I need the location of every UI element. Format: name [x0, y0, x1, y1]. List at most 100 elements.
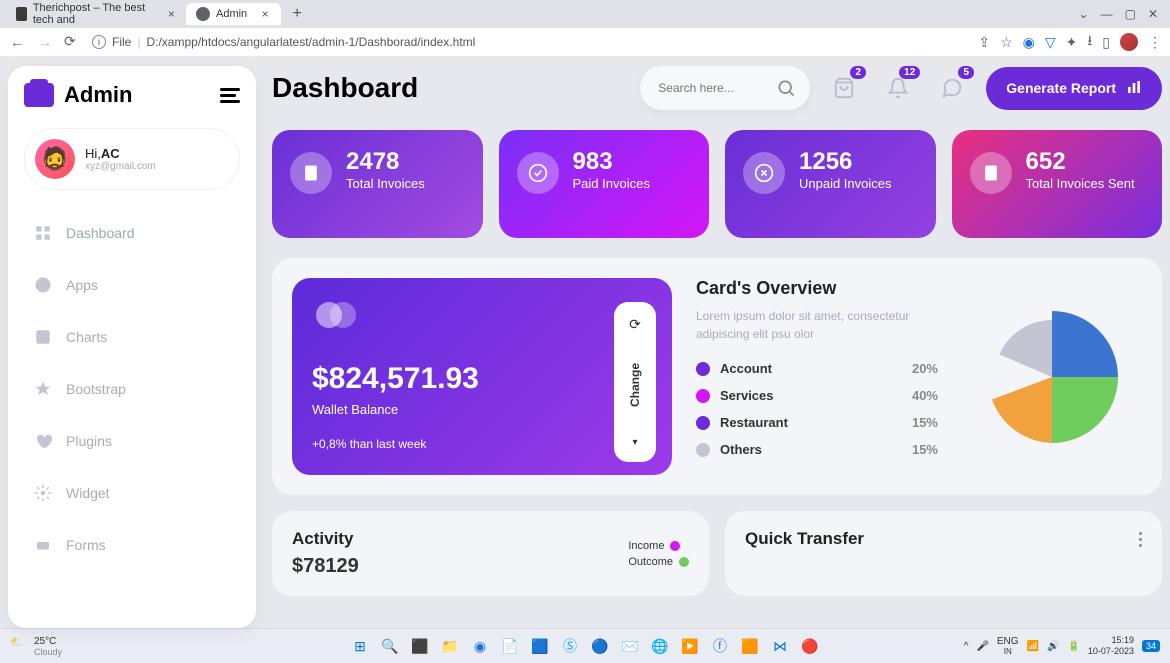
- sidebar-item-forms[interactable]: Forms: [24, 522, 240, 568]
- change-label: Change: [628, 363, 642, 407]
- close-icon[interactable]: ×: [259, 8, 271, 20]
- dot-icon: [670, 541, 680, 551]
- lang[interactable]: ENG: [997, 636, 1019, 647]
- close-window-icon[interactable]: ✕: [1148, 7, 1158, 21]
- chevron-down-icon[interactable]: ⌄: [1079, 7, 1089, 21]
- bell-button[interactable]: 12: [878, 68, 918, 108]
- start-icon[interactable]: ⊞: [347, 633, 373, 659]
- battery-icon[interactable]: 🔋: [1067, 641, 1079, 652]
- mail-icon[interactable]: ✉️: [617, 633, 643, 659]
- maximize-icon[interactable]: ▢: [1125, 7, 1136, 21]
- app-icon[interactable]: 🟦: [527, 633, 553, 659]
- dot-icon: [696, 389, 710, 403]
- logo[interactable]: Admin: [24, 82, 132, 108]
- edge-icon[interactable]: 🌐: [647, 633, 673, 659]
- tab-therichpost[interactable]: Therichpost – The best tech and ×: [6, 0, 186, 30]
- menu-icon[interactable]: ⋮: [1148, 34, 1162, 51]
- wifi-icon[interactable]: 📶: [1027, 641, 1039, 652]
- row-name: Account: [720, 361, 902, 376]
- panel-icon[interactable]: ▯: [1102, 34, 1110, 51]
- user-card[interactable]: 🧔 Hi,AC xyz@gmail.com: [24, 128, 240, 190]
- stat-label: Paid Invoices: [573, 176, 650, 191]
- bag-button[interactable]: 2: [824, 68, 864, 108]
- url-prefix: File: [112, 35, 131, 49]
- stat-value: 2478: [346, 148, 425, 176]
- activity-title: Activity: [292, 529, 359, 549]
- check-circle-icon: [517, 152, 559, 194]
- star-icon[interactable]: ☆: [1000, 34, 1013, 51]
- stat-paid-invoices: 983Paid Invoices: [499, 130, 710, 238]
- hamburger-icon[interactable]: [220, 88, 240, 103]
- volume-icon[interactable]: 🔊: [1047, 641, 1059, 652]
- chrome-icon[interactable]: 🔴: [797, 633, 823, 659]
- activity-card: Activity $78129 IncomeOutcome: [272, 511, 709, 596]
- legend-row: Income: [628, 540, 689, 552]
- mic-icon[interactable]: 🎤: [976, 641, 988, 652]
- app-icon[interactable]: ◉: [467, 633, 493, 659]
- puzzle-icon[interactable]: ✦: [1066, 34, 1078, 51]
- close-icon[interactable]: ×: [167, 8, 176, 20]
- taskview-icon[interactable]: ⬛: [407, 633, 433, 659]
- shield-icon[interactable]: ▽: [1045, 34, 1056, 51]
- search-tb-icon[interactable]: 🔍: [377, 633, 403, 659]
- user-greeting: Hi,AC: [85, 146, 156, 161]
- account-icon[interactable]: ◉: [1023, 34, 1035, 51]
- dot-icon: [696, 443, 710, 457]
- vscode-icon[interactable]: ⋈: [767, 633, 793, 659]
- url-text: D:/xampp/htdocs/angularlatest/admin-1/Da…: [146, 35, 475, 49]
- notif-badge[interactable]: 34: [1142, 640, 1160, 652]
- app-icon[interactable]: 🔵: [587, 633, 613, 659]
- wallet-card: ⟳ Change ▾ $824,571.93 Wallet Balance +0…: [292, 278, 672, 475]
- profile-avatar[interactable]: [1120, 33, 1138, 51]
- gear-icon: [34, 484, 52, 502]
- reload-button[interactable]: ⟳: [64, 33, 82, 51]
- overview-title: Card's Overview: [696, 278, 938, 299]
- tray-chevron-icon[interactable]: ^: [964, 641, 969, 652]
- change-button[interactable]: ⟳ Change ▾: [614, 302, 656, 462]
- stat-label: Total Invoices Sent: [1026, 176, 1135, 191]
- cloud-icon: ⛅: [10, 637, 28, 655]
- facebook-icon[interactable]: ⓕ: [707, 633, 733, 659]
- wallet-amount: $824,571.93: [312, 362, 652, 396]
- forward-button[interactable]: →: [36, 33, 54, 51]
- clock[interactable]: 15:19 10-07-2023: [1088, 635, 1134, 657]
- weather-widget[interactable]: ⛅ 25°C Cloudy: [10, 636, 62, 657]
- download-icon[interactable]: ⭳: [1087, 30, 1092, 54]
- app-icon[interactable]: 🟧: [737, 633, 763, 659]
- sidebar-item-apps[interactable]: Apps: [24, 262, 240, 308]
- sidebar-item-charts[interactable]: Charts: [24, 314, 240, 360]
- row-pct: 20%: [912, 361, 938, 376]
- generate-report-button[interactable]: Generate Report: [986, 67, 1162, 110]
- overview-row: Restaurant15%: [696, 415, 938, 430]
- row-name: Others: [720, 442, 902, 457]
- new-tab-button[interactable]: +: [287, 4, 307, 24]
- search-box[interactable]: [640, 66, 810, 110]
- youtube-icon[interactable]: ▶️: [677, 633, 703, 659]
- stat-total-invoices: 2478Total Invoices: [272, 130, 483, 238]
- explorer-icon[interactable]: 📁: [437, 633, 463, 659]
- weather: Cloudy: [34, 647, 62, 657]
- sidebar-item-bootstrap[interactable]: Bootstrap: [24, 366, 240, 412]
- info-icon: [34, 276, 52, 294]
- skype-icon[interactable]: Ⓢ: [557, 633, 583, 659]
- back-button[interactable]: ←: [8, 33, 26, 51]
- sidebar-item-widget[interactable]: Widget: [24, 470, 240, 516]
- tab-admin[interactable]: Admin ×: [186, 3, 281, 25]
- chat-button[interactable]: 5: [932, 68, 972, 108]
- row-pct: 40%: [912, 388, 938, 403]
- share-icon[interactable]: ⇪: [978, 34, 990, 51]
- overview-row: Services40%: [696, 388, 938, 403]
- sidebar-item-plugins[interactable]: Plugins: [24, 418, 240, 464]
- more-icon[interactable]: [1139, 532, 1142, 547]
- grid-icon: [34, 224, 52, 242]
- address-bar[interactable]: i File | D:/xampp/htdocs/angularlatest/a…: [92, 35, 968, 49]
- button-label: Generate Report: [1006, 80, 1116, 96]
- sidebar-item-label: Bootstrap: [66, 381, 126, 397]
- sidebar-item-dashboard[interactable]: Dashboard: [24, 210, 240, 256]
- search-input[interactable]: [658, 81, 760, 95]
- star-icon: [34, 380, 52, 398]
- minimize-icon[interactable]: —: [1101, 7, 1113, 21]
- app-icon[interactable]: 📄: [497, 633, 523, 659]
- transfer-card: Quick Transfer: [725, 511, 1162, 596]
- sidebar-item-label: Forms: [66, 537, 106, 553]
